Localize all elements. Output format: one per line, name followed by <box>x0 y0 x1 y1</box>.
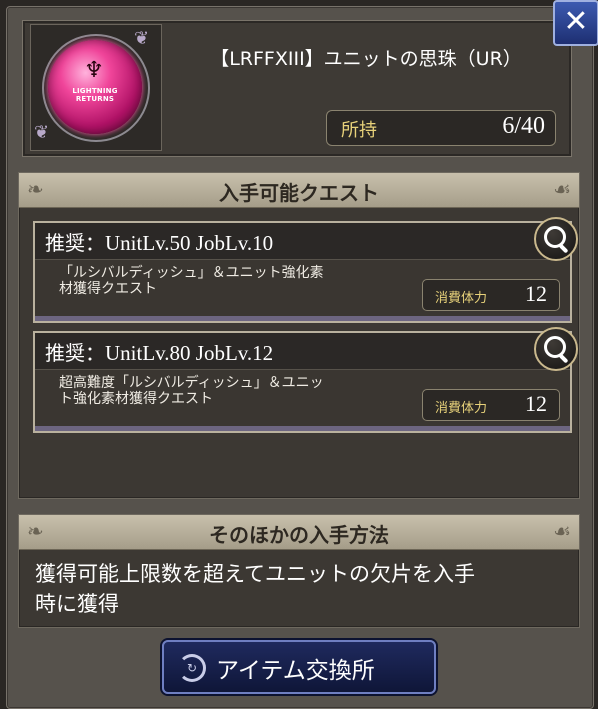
exchange-label: アイテム交換所 <box>216 658 375 684</box>
owned-value: 6/40 <box>502 113 545 139</box>
quest-bottom-bar <box>35 426 570 431</box>
quest-desc-line: 超高難度「ルシバルディッシュ」＆ユニッ <box>59 375 324 391</box>
emblem-icon: ♆ <box>84 58 104 83</box>
stamina-box: 消費体力 12 <box>422 279 560 311</box>
other-methods-line: 時に獲得 <box>35 592 119 616</box>
quest-bottom-bar <box>35 316 570 321</box>
other-methods-panel: ❧ そのほかの入手方法 ☙ 獲得可能上限数を超えてユニットの欠片を入手 時に獲得 <box>18 514 580 628</box>
quest-item[interactable]: 推奨：UnitLv.50 JobLv.10 「ルシバルディッシュ」＆ユニット強化… <box>33 217 578 323</box>
quest-header: 推奨：UnitLv.50 JobLv.10 <box>35 223 570 260</box>
ornament-icon: ☙ <box>553 177 571 201</box>
magnifier-icon[interactable] <box>534 217 578 261</box>
stamina-box: 消費体力 12 <box>422 389 560 421</box>
owned-count-box: 所持 6/40 <box>326 110 556 146</box>
quest-desc-line: 「ルシバルディッシュ」＆ユニット強化素 <box>59 265 324 281</box>
other-methods-line: 獲得可能上限数を超えてユニットの欠片を入手 <box>35 562 475 586</box>
ornament-icon: ☙ <box>553 519 571 543</box>
quests-panel-header: ❧ 入手可能クエスト ☙ <box>19 173 579 208</box>
recommend-levels: UnitLv.50 JobLv.10 <box>105 231 274 255</box>
orb-logo-text: LIGHTNING RETURNS <box>72 87 118 103</box>
quest-recommend: 推奨：UnitLv.50 JobLv.10 <box>45 227 273 256</box>
magnifier-icon[interactable] <box>534 327 578 371</box>
quest-recommend: 推奨：UnitLv.80 JobLv.12 <box>45 337 273 366</box>
other-methods-header: ❧ そのほかの入手方法 ☙ <box>19 515 579 550</box>
recommend-prefix: 推奨： <box>45 231 105 255</box>
quests-panel: ❧ 入手可能クエスト ☙ 推奨：UnitLv.50 JobLv.10 「ルシバル… <box>18 172 580 499</box>
quest-description: 超高難度「ルシバルディッシュ」＆ユニッ ト強化素材獲得クエスト <box>59 375 409 407</box>
quest-item[interactable]: 推奨：UnitLv.80 JobLv.12 超高難度「ルシバルディッシュ」＆ユニ… <box>33 327 578 433</box>
other-methods-text: 獲得可能上限数を超えてユニットの欠片を入手 時に獲得 <box>35 559 565 619</box>
quest-header: 推奨：UnitLv.80 JobLv.12 <box>35 333 570 370</box>
stamina-label: 消費体力 <box>435 401 488 416</box>
other-methods-title: そのほかの入手方法 <box>209 523 389 547</box>
stamina-value: 12 <box>525 391 547 416</box>
quest-desc-line: 材獲得クエスト <box>59 281 157 297</box>
recommend-levels: UnitLv.80 JobLv.12 <box>105 341 274 365</box>
owned-label: 所持 <box>341 120 377 141</box>
stamina-value: 12 <box>525 281 547 306</box>
corner-ornament-icon: ❦ <box>34 122 50 143</box>
recommend-prefix: 推奨： <box>45 341 105 365</box>
stamina-label: 消費体力 <box>435 291 488 306</box>
corner-ornament-icon: ❦ <box>134 28 150 49</box>
close-icon[interactable]: ✕ <box>553 0 598 46</box>
quests-panel-title: 入手可能クエスト <box>219 181 379 205</box>
item-exchange-button[interactable]: ↻ アイテム交換所 <box>162 640 436 694</box>
quest-description: 「ルシバルディッシュ」＆ユニット強化素 材獲得クエスト <box>59 265 409 297</box>
item-title: 【LRFFXIII】ユニットの思珠（UR） <box>210 48 522 70</box>
exchange-icon: ↻ <box>178 654 206 682</box>
quest-desc-line: ト強化素材獲得クエスト <box>59 391 213 407</box>
